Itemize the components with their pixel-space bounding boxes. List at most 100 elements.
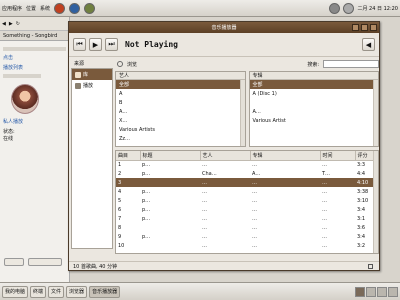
track-row[interactable]: 1 p… … … … 3:3 <box>116 160 375 169</box>
source-item-playlist[interactable]: 播放 <box>72 80 112 91</box>
artist-row[interactable]: A… <box>116 107 245 116</box>
taskbar-item[interactable]: 文件 <box>48 285 65 298</box>
taskbar-item[interactable]: 我的电脑 <box>2 285 29 298</box>
taskbar-item-active[interactable]: 音乐播放器 <box>89 285 121 298</box>
volume-icon[interactable] <box>343 2 355 14</box>
library-browser: 浏览 搜索: 艺人 全部 A B A… X… Various Artists Z… <box>115 59 379 254</box>
search-label: 搜索: <box>307 61 319 68</box>
workspace-4[interactable] <box>388 286 398 297</box>
track-cell-title <box>140 178 200 187</box>
player-statusbar: 10 首歌曲, 40 分钟 <box>69 261 379 270</box>
browse-label[interactable]: 浏览 <box>127 61 137 68</box>
track-row[interactable]: 5 p… … … … 3:10 <box>116 196 375 205</box>
applications-menu[interactable]: 应用程序 <box>2 5 22 12</box>
browser-status-field[interactable] <box>28 258 62 266</box>
artist-row[interactable]: Zz… <box>116 134 245 143</box>
artist-row[interactable]: Various Artists <box>116 125 245 134</box>
places-menu[interactable]: 位置 <box>26 5 36 12</box>
maximize-icon[interactable] <box>361 24 368 31</box>
mail-launcher-icon[interactable] <box>69 2 81 14</box>
page-link[interactable]: 私人播放 <box>3 118 66 125</box>
page-link[interactable]: 点击 <box>3 54 66 61</box>
track-cell-time: … <box>322 188 327 195</box>
artist-row[interactable]: B <box>116 98 245 107</box>
album-row[interactable]: 全部 <box>249 80 378 89</box>
artist-row[interactable]: 全部 <box>116 80 245 89</box>
artist-row[interactable]: A <box>116 89 245 98</box>
track-cell-artist: … <box>202 242 207 249</box>
track-cell-num: 1 <box>118 161 122 168</box>
track-row[interactable]: 6 p… … … … 3:4 <box>116 205 375 214</box>
artist-pane-header[interactable]: 艺人 <box>116 72 245 80</box>
column-header-track[interactable]: 曲目 <box>116 151 141 161</box>
track-cell-title: p… <box>142 215 151 222</box>
track-cell-num: 5 <box>118 197 122 204</box>
browser-nav-toolbar: ◀ ▶ ↻ <box>0 17 69 31</box>
previous-track-icon[interactable]: ⏮ <box>73 38 86 51</box>
browser-status-button[interactable] <box>4 258 24 266</box>
column-header-rating[interactable]: 评分 <box>355 151 376 161</box>
track-cell-time: … <box>322 197 327 204</box>
track-cell-num: 4 <box>118 188 122 195</box>
column-header-time[interactable]: 时间 <box>320 151 356 161</box>
system-menu[interactable]: 系统 <box>40 5 50 12</box>
status-value: 在线 <box>3 136 14 142</box>
play-icon[interactable]: ▶ <box>89 38 102 51</box>
album-row[interactable]: A… <box>250 107 379 116</box>
text-line <box>3 74 41 78</box>
track-cell-artist: … <box>202 161 207 168</box>
track-row[interactable]: 7 p… … … … 3:1 <box>116 214 375 223</box>
search-row: 浏览 搜索: <box>115 59 379 69</box>
track-row[interactable]: 8 … … … 3:6 <box>116 223 375 232</box>
forward-arrow-icon[interactable]: ▶ <box>9 21 13 27</box>
track-cell-rating: 3:38 <box>357 188 369 195</box>
workspace-1[interactable] <box>355 286 365 297</box>
column-header-album[interactable]: 专辑 <box>250 151 321 161</box>
track-row[interactable]: 2 p… Cha… A… T… 4:4 <box>116 169 375 178</box>
track-row[interactable]: 4 p… … … … 3:38 <box>116 187 375 196</box>
track-cell-title: p… <box>142 161 151 168</box>
search-input[interactable] <box>323 60 379 68</box>
album-row[interactable] <box>250 98 379 107</box>
workspace-3[interactable] <box>377 286 387 297</box>
album-pane-header[interactable]: 专辑 <box>249 72 378 80</box>
track-cell-title: p… <box>142 170 151 177</box>
track-cell-num: 10 <box>118 242 125 249</box>
browse-icon[interactable] <box>117 61 123 67</box>
help-launcher-icon[interactable] <box>84 2 96 14</box>
next-track-icon[interactable]: ⏭ <box>105 38 118 51</box>
track-row[interactable]: 3……… 4:10 <box>116 178 375 187</box>
album-scrollbar[interactable] <box>373 80 378 146</box>
minimize-icon[interactable] <box>352 24 359 31</box>
artist-row[interactable]: X… <box>116 116 245 125</box>
track-scrollbar[interactable] <box>373 151 378 253</box>
track-cell-artist: … <box>202 233 207 240</box>
firefox-launcher-icon[interactable] <box>54 2 66 14</box>
taskbar: 我的电脑 终端 文件 浏览器 音乐播放器 <box>0 282 400 300</box>
track-row[interactable]: 10 … … … 3:2 <box>116 241 375 250</box>
track-row[interactable]: 9 p… … … … 3:4 <box>116 232 375 241</box>
window-titlebar[interactable]: 音乐播放器 <box>69 22 379 33</box>
taskbar-item[interactable]: 终端 <box>30 285 47 298</box>
artist-scrollbar[interactable] <box>239 80 245 146</box>
track-cell-time: … <box>322 206 327 213</box>
shuffle-checkbox[interactable] <box>368 263 373 269</box>
library-icon <box>75 71 81 78</box>
reload-icon[interactable]: ↻ <box>16 21 20 27</box>
album-row[interactable]: A (Disc 1) <box>250 89 379 98</box>
playlist-icon <box>75 82 81 89</box>
back-arrow-icon[interactable]: ◀ <box>2 21 6 27</box>
taskbar-item[interactable]: 浏览器 <box>66 285 88 298</box>
column-header-title[interactable]: 标题 <box>140 151 201 161</box>
network-icon[interactable] <box>329 2 341 14</box>
workspace-2[interactable] <box>366 286 376 297</box>
column-header-artist[interactable]: 艺人 <box>200 151 251 161</box>
source-item-library[interactable]: 库 <box>72 69 112 80</box>
close-icon[interactable] <box>370 24 377 31</box>
browser-tab[interactable]: Something - Songbird <box>0 31 69 41</box>
track-cell-time: … <box>322 215 327 222</box>
album-row[interactable]: Various Artist <box>250 116 379 125</box>
volume-icon[interactable]: ◀ <box>362 38 375 51</box>
page-link[interactable]: 播放列表 <box>3 64 66 71</box>
clock[interactable]: 二月 24 日 12:20 <box>357 5 398 12</box>
